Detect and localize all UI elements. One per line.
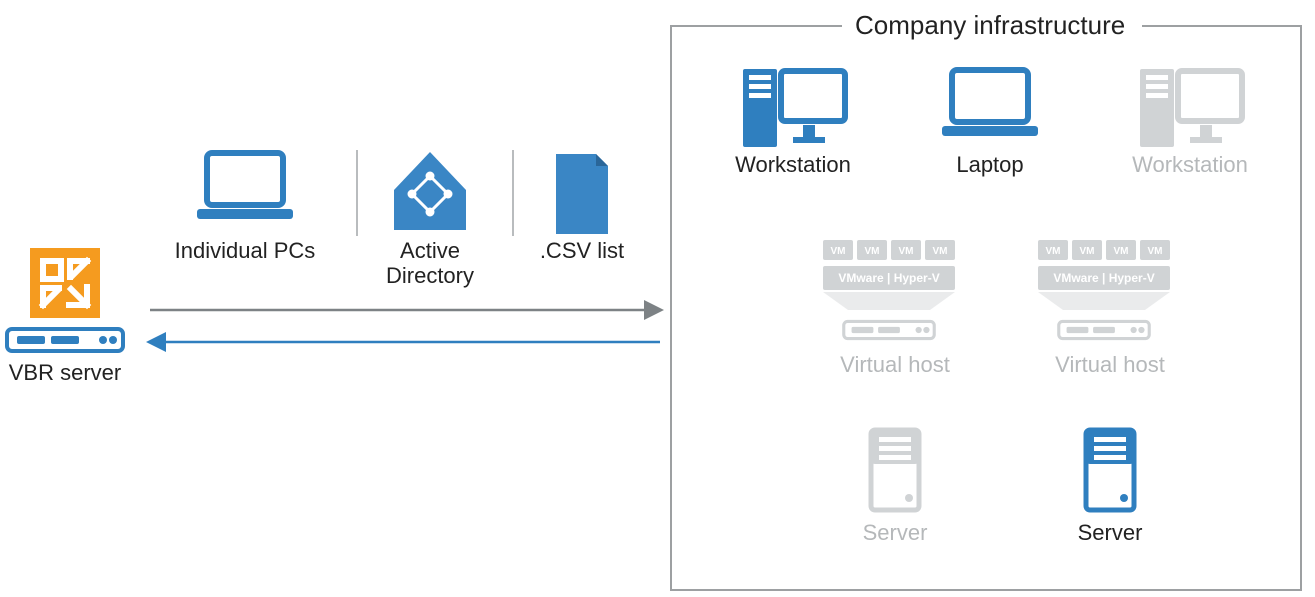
- server-faded-label: Server: [835, 520, 955, 545]
- workstation-active-label: Workstation: [723, 152, 863, 177]
- active-directory-icon: [394, 152, 466, 230]
- csv-file-icon: [556, 154, 608, 234]
- virtual-host-faded-label: Virtual host: [1040, 352, 1180, 377]
- laptop-active-label: Laptop: [930, 152, 1050, 177]
- server-faded-icon: [871, 430, 919, 510]
- individual-pcs-icon: [197, 153, 293, 219]
- individual-pcs-label: Individual PCs: [165, 238, 325, 263]
- laptop-active-icon: [942, 70, 1038, 136]
- vbr-server-label: VBR server: [4, 360, 126, 385]
- company-infrastructure-title: Company infrastructure: [855, 10, 1125, 41]
- vbr-rack-icon: [7, 329, 123, 351]
- server-active-icon: [1086, 430, 1134, 510]
- server-active-label: Server: [1050, 520, 1170, 545]
- workstation-active-icon: [743, 69, 845, 147]
- workstation-faded-label: Workstation: [1120, 152, 1260, 177]
- virtual-host-faded-icon: [1038, 240, 1170, 339]
- active-directory-label: Active Directory: [370, 238, 490, 289]
- virtual-host-faded-icon: [823, 240, 955, 339]
- csv-list-label: .CSV list: [532, 238, 632, 263]
- virtual-host-faded-label: Virtual host: [825, 352, 965, 377]
- vbr-server-icon: [30, 248, 100, 318]
- diagram-canvas: VM VM VM VM VMware | Hyper-V: [0, 0, 1315, 597]
- workstation-faded-icon: [1140, 69, 1242, 147]
